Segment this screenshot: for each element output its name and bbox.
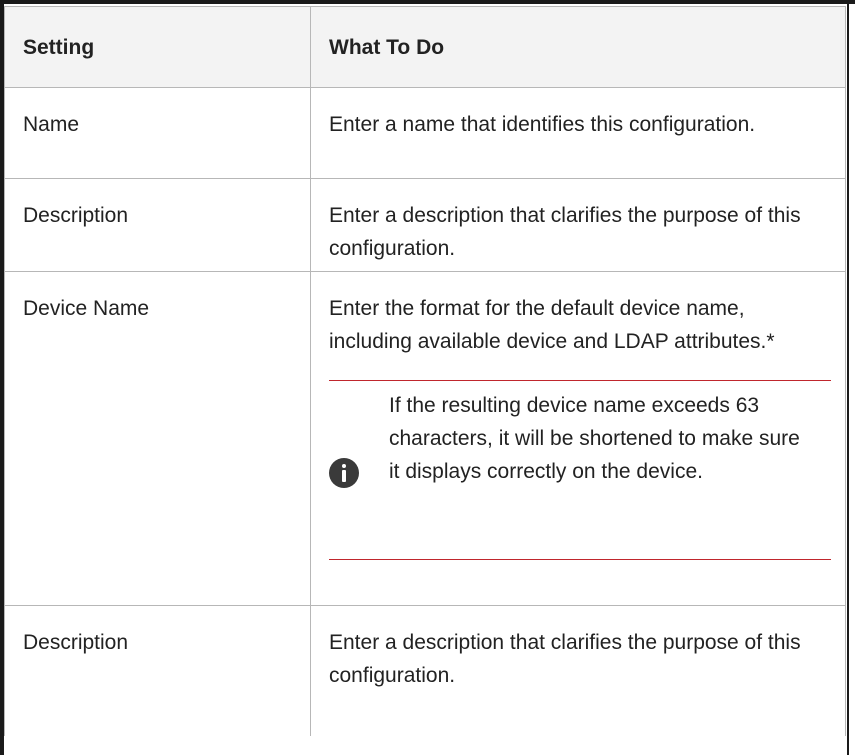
- page-top-border: [0, 0, 855, 4]
- header-what-to-do: What To Do: [310, 6, 846, 88]
- table-row: Description Enter a description that cla…: [4, 605, 846, 736]
- setting-cell: Description: [4, 605, 311, 736]
- document-page: Setting What To Do Name Enter a name tha…: [0, 0, 855, 755]
- table-header-row: Setting What To Do: [4, 6, 846, 88]
- setting-cell: Description: [4, 178, 311, 272]
- what-to-do-cell: Enter a description that clarifies the p…: [310, 605, 846, 736]
- table-row: Device Name Enter the format for the def…: [4, 271, 846, 606]
- what-to-do-text: Enter the format for the default device …: [329, 297, 775, 353]
- what-to-do-cell: Enter the format for the default device …: [310, 271, 846, 606]
- settings-table: Setting What To Do Name Enter a name tha…: [4, 6, 846, 736]
- setting-cell: Device Name: [4, 271, 311, 606]
- info-note-text: If the resulting device name exceeds 63 …: [389, 394, 800, 483]
- page-right-edge: [847, 0, 849, 755]
- header-setting: Setting: [4, 6, 311, 88]
- table-row: Name Enter a name that identifies this c…: [4, 87, 846, 179]
- info-note: If the resulting device name exceeds 63 …: [329, 380, 831, 560]
- info-icon: [329, 458, 359, 488]
- what-to-do-cell: Enter a description that clarifies the p…: [310, 178, 846, 272]
- what-to-do-cell: Enter a name that identifies this config…: [310, 87, 846, 179]
- setting-cell: Name: [4, 87, 311, 179]
- table-row: Description Enter a description that cla…: [4, 178, 846, 272]
